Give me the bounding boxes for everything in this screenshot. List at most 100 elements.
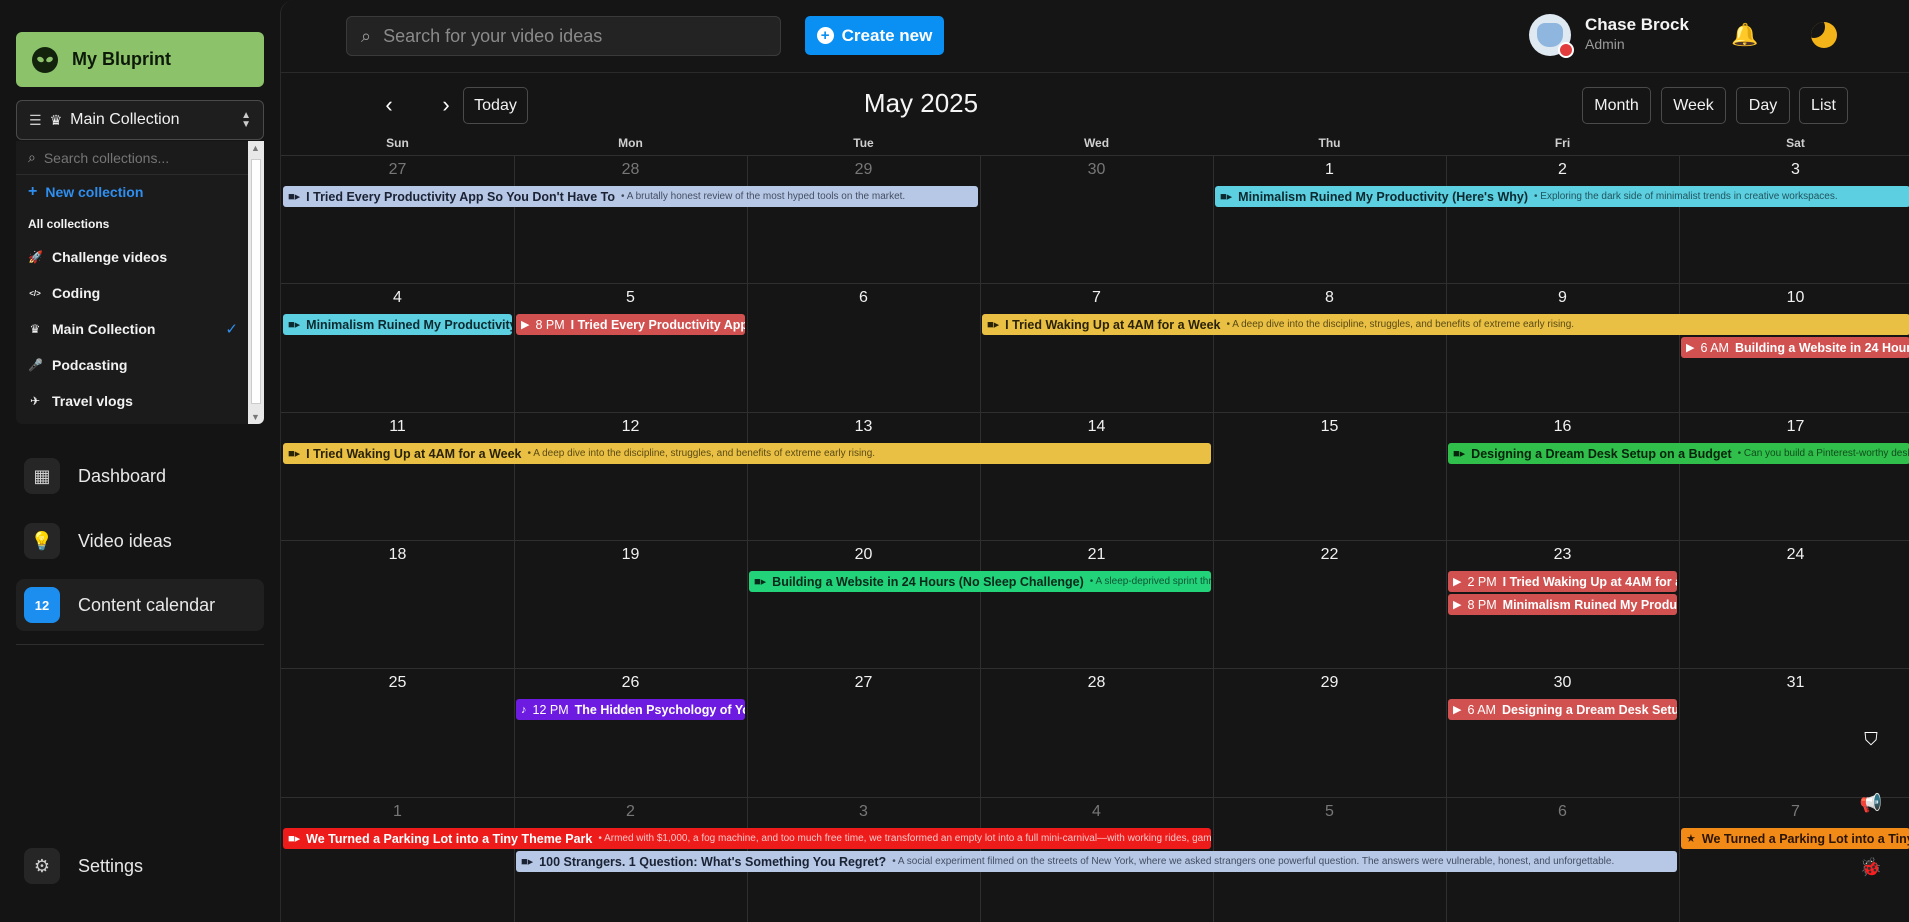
day-number[interactable]: 20 — [747, 546, 980, 564]
collection-item[interactable]: 🚀 Challenge videos — [16, 239, 264, 275]
microphone-icon: 🎤 — [28, 358, 43, 372]
day-number[interactable]: 19 — [514, 546, 747, 564]
day-number[interactable]: 29 — [747, 161, 980, 179]
nav-settings[interactable]: ⚙ Settings — [16, 840, 264, 892]
day-number[interactable]: 11 — [281, 418, 514, 436]
calendar-event[interactable]: ■▸ I Tried Waking Up at 4AM for a Week • A… — [283, 443, 1211, 464]
day-number[interactable]: 6 — [1446, 803, 1679, 821]
calendar-event[interactable]: ■▸ Building a Website in 24 Hours (No Sle… — [749, 571, 1211, 592]
calendar-event[interactable]: ▶ 8 PM Minimalism Ruined My Productivity — [1448, 594, 1677, 615]
day-number[interactable]: 23 — [1446, 546, 1679, 564]
day-number[interactable]: 12 — [514, 418, 747, 436]
day-number[interactable]: 17 — [1679, 418, 1909, 436]
day-number[interactable]: 29 — [1213, 674, 1446, 692]
collection-item[interactable]: ♛ Main Collection ✓ — [16, 311, 264, 347]
event-time: 6 AM — [1700, 340, 1729, 355]
nav-content-calendar[interactable]: 12 Content calendar — [16, 579, 264, 631]
event-title: Building a Website in 24 Hours — [1734, 340, 1909, 355]
day-number[interactable]: 13 — [747, 418, 980, 436]
today-button[interactable]: Today — [463, 87, 528, 124]
calendar-event[interactable]: ■▸ I Tried Every Productivity App So You … — [283, 186, 978, 207]
calendar-event[interactable]: ▶ 2 PM I Tried Waking Up at 4AM for a Week — [1448, 571, 1677, 592]
view-day-button[interactable]: Day — [1736, 87, 1790, 124]
day-number[interactable]: 5 — [1213, 803, 1446, 821]
view-list-button[interactable]: List — [1799, 87, 1848, 124]
collection-item[interactable]: </> Coding — [16, 275, 264, 311]
create-new-button[interactable]: + Create new — [805, 16, 944, 55]
day-number[interactable]: 2 — [514, 803, 747, 821]
calendar-event[interactable]: ▶ 6 AM Designing a Dream Desk Setup — [1448, 699, 1677, 720]
day-number[interactable]: 6 — [747, 289, 980, 307]
video-icon: ■▸ — [288, 448, 301, 460]
day-number[interactable]: 28 — [980, 674, 1213, 692]
calendar-event[interactable]: ■▸ I Tried Waking Up at 4AM for a Week • A… — [982, 314, 1909, 335]
search-input[interactable] — [383, 25, 744, 47]
day-number[interactable]: 16 — [1446, 418, 1679, 436]
nav-video-ideas[interactable]: 💡 Video ideas — [16, 515, 264, 567]
day-number[interactable]: 28 — [514, 161, 747, 179]
event-title: Building a Website in 24 Hours (No Sleep… — [772, 574, 1084, 589]
day-number[interactable]: 1 — [281, 803, 514, 821]
day-number[interactable]: 9 — [1446, 289, 1679, 307]
collection-item[interactable]: ✈ Travel vlogs — [16, 383, 264, 419]
day-number[interactable]: 27 — [281, 161, 514, 179]
dropdown-scrollbar[interactable]: ▲ ▼ — [248, 141, 264, 424]
day-number[interactable]: 4 — [980, 803, 1213, 821]
calendar-event[interactable]: ■▸ Minimalism Ruined My Productivity (Her… — [1215, 186, 1909, 207]
day-number[interactable]: 4 — [281, 289, 514, 307]
calendar-event[interactable]: ■▸ Minimalism Ruined My Productivity — [283, 314, 512, 335]
announce-fab[interactable]: 📢 — [1848, 780, 1894, 826]
event-description: • A sleep-deprived sprint through — [1089, 576, 1211, 587]
calendar-event[interactable]: ▶ 6 AM Building a Website in 24 Hours — [1681, 337, 1909, 358]
day-number[interactable]: 30 — [980, 161, 1213, 179]
chevron-right-icon: › — [442, 92, 450, 117]
day-number[interactable]: 2 — [1446, 161, 1679, 179]
sidebar: My Bluprint ☰ ♛ Main Collection ▲▼ ⌕ + N… — [0, 0, 280, 922]
nav-dashboard[interactable]: ▦ Dashboard — [16, 450, 264, 502]
day-number[interactable]: 22 — [1213, 546, 1446, 564]
day-number[interactable]: 25 — [281, 674, 514, 692]
day-number[interactable]: 1 — [1213, 161, 1446, 179]
calendar-event[interactable]: ■▸ Designing a Dream Desk Setup on a Budg… — [1448, 443, 1909, 464]
scrollbar-thumb[interactable] — [251, 159, 261, 404]
event-title: We Turned a Parking Lot into a Tiny Them… — [306, 831, 593, 846]
day-number[interactable]: 3 — [1679, 161, 1909, 179]
bug-report-fab[interactable]: 🐞 — [1848, 844, 1894, 890]
day-number[interactable]: 27 — [747, 674, 980, 692]
day-number[interactable]: 14 — [980, 418, 1213, 436]
collection-select[interactable]: ☰ ♛ Main Collection ▲ ▼ — [16, 100, 264, 140]
day-number[interactable]: 31 — [1679, 674, 1909, 692]
next-month-button[interactable]: › — [426, 87, 466, 123]
day-number[interactable]: 24 — [1679, 546, 1909, 564]
day-number[interactable]: 3 — [747, 803, 980, 821]
day-number[interactable]: 21 — [980, 546, 1213, 564]
day-number[interactable]: 5 — [514, 289, 747, 307]
shield-fab[interactable]: ⛉ — [1848, 716, 1894, 762]
video-icon: ■▸ — [1453, 448, 1466, 460]
day-number[interactable]: 30 — [1446, 674, 1679, 692]
day-number[interactable]: 18 — [281, 546, 514, 564]
calendar-event[interactable]: ■▸ 100 Strangers. 1 Question: What's Some… — [516, 851, 1677, 872]
moon-icon[interactable] — [1811, 22, 1837, 48]
calendar-event[interactable]: ■▸ We Turned a Parking Lot into a Tiny Th… — [283, 828, 1211, 849]
calendar-event[interactable]: ♪ 12 PM The Hidden Psychology of YouTube — [516, 699, 745, 720]
collection-item[interactable]: 🎤 Podcasting — [16, 347, 264, 383]
search-bar[interactable]: ⌕ — [346, 16, 781, 56]
brand-button[interactable]: My Bluprint — [16, 32, 264, 87]
day-number[interactable]: 26 — [514, 674, 747, 692]
view-month-button[interactable]: Month — [1582, 87, 1651, 124]
view-week-button[interactable]: Week — [1661, 87, 1726, 124]
scroll-up-icon[interactable]: ▲ — [251, 143, 260, 153]
collection-search-input[interactable] — [43, 149, 214, 166]
day-number[interactable]: 15 — [1213, 418, 1446, 436]
calendar-event[interactable]: ▶ 8 PM I Tried Every Productivity App — [516, 314, 745, 335]
day-number[interactable]: 8 — [1213, 289, 1446, 307]
event-time: 2 PM — [1467, 574, 1497, 589]
avatar[interactable] — [1529, 14, 1574, 58]
scroll-down-icon[interactable]: ▼ — [251, 412, 260, 422]
prev-month-button[interactable]: ‹ — [369, 87, 409, 123]
new-collection-button[interactable]: + New collection — [16, 175, 264, 209]
day-number[interactable]: 7 — [980, 289, 1213, 307]
bell-icon[interactable]: 🔔 — [1731, 22, 1758, 48]
day-number[interactable]: 10 — [1679, 289, 1909, 307]
